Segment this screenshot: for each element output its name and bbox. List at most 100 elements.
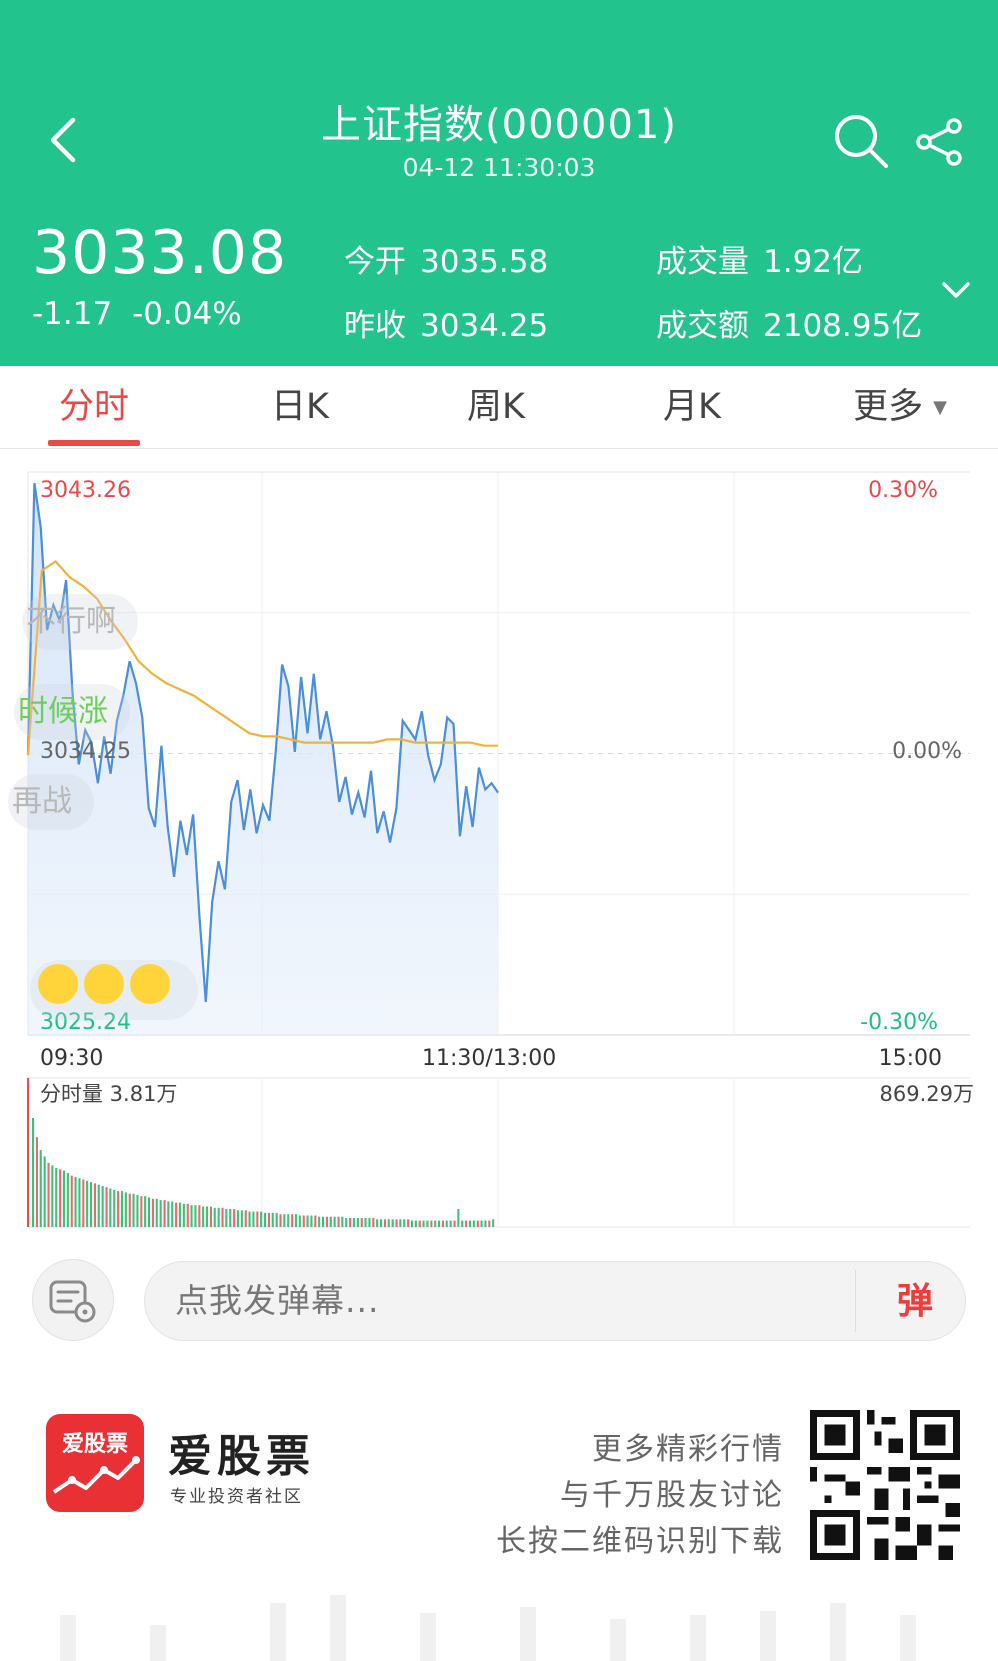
danmaku-item: 时候涨 bbox=[14, 684, 130, 740]
volume-bar bbox=[414, 1220, 417, 1227]
volume-bar bbox=[438, 1220, 441, 1227]
share-button[interactable] bbox=[914, 116, 966, 168]
tab-weekly-k[interactable]: 周K bbox=[446, 366, 546, 448]
tab-timeshare[interactable]: 分时 bbox=[48, 366, 140, 448]
search-icon bbox=[835, 115, 888, 168]
volume-bar bbox=[186, 1203, 189, 1227]
volume-bar bbox=[178, 1202, 181, 1227]
turnover-value: 2108.95亿 bbox=[763, 308, 923, 344]
price-change: -1.17 -0.04% bbox=[32, 296, 242, 332]
volume-bar bbox=[213, 1207, 216, 1227]
volume-bar bbox=[298, 1215, 301, 1227]
prev-close-label: 昨收 bbox=[344, 308, 406, 344]
volume-bar bbox=[271, 1212, 274, 1227]
volume-stat: 成交量 1.92亿 bbox=[656, 236, 863, 281]
chat-settings-icon bbox=[49, 1280, 96, 1323]
promo-line: 更多精彩行情 bbox=[592, 1432, 784, 1467]
volume-bar bbox=[484, 1220, 487, 1227]
volume-bar bbox=[364, 1218, 367, 1227]
search-button[interactable] bbox=[832, 112, 890, 170]
volume-bar bbox=[109, 1188, 112, 1227]
volume-bar bbox=[465, 1220, 468, 1227]
volume-bar bbox=[93, 1183, 96, 1227]
volume-bar bbox=[445, 1220, 448, 1227]
volume-bar bbox=[175, 1202, 178, 1227]
volume-bar bbox=[74, 1177, 77, 1227]
volume-bar bbox=[240, 1210, 243, 1227]
app-tagline: 专业投资者社区 bbox=[170, 1487, 303, 1507]
volume-bar bbox=[159, 1200, 162, 1227]
volume-bar bbox=[275, 1212, 278, 1227]
volume-bar bbox=[217, 1207, 220, 1227]
volume-bar bbox=[209, 1206, 212, 1227]
y-base-label: 3034.25 bbox=[40, 739, 131, 764]
volume-bar bbox=[225, 1209, 228, 1227]
promo-line: 与千万股友讨论 bbox=[560, 1478, 784, 1513]
volume-bar bbox=[380, 1219, 383, 1227]
change-percent: -0.04% bbox=[132, 296, 242, 332]
volume-bar bbox=[252, 1211, 255, 1227]
chart-canvas bbox=[26, 471, 970, 1228]
danmaku-settings-button[interactable] bbox=[32, 1259, 114, 1341]
volume-bar bbox=[279, 1214, 282, 1227]
footer-decoration bbox=[60, 1595, 916, 1661]
app-logo: 爱股票 bbox=[46, 1414, 144, 1512]
volume-bar bbox=[244, 1210, 247, 1227]
grin-emoji-icon bbox=[84, 964, 124, 1004]
volume-bar bbox=[349, 1218, 352, 1227]
volume-bar bbox=[151, 1198, 154, 1227]
volume-bar bbox=[318, 1216, 321, 1227]
volume-bar bbox=[287, 1214, 290, 1227]
volume-bar bbox=[32, 1118, 35, 1227]
tab-daily-k[interactable]: 日K bbox=[250, 366, 350, 448]
volume-bar bbox=[35, 1137, 38, 1227]
pct-base-label: 0.00% bbox=[892, 739, 962, 764]
volume-bar bbox=[302, 1215, 305, 1227]
volume-bar bbox=[78, 1178, 81, 1227]
volume-bar bbox=[171, 1201, 174, 1227]
volume-bar bbox=[383, 1219, 386, 1227]
x-label-mid: 11:30/13:00 bbox=[422, 1046, 557, 1071]
danmaku-input-placeholder: 点我发弹幕... bbox=[175, 1281, 380, 1320]
danmaku-input[interactable]: 点我发弹幕... 弹 bbox=[144, 1261, 966, 1341]
volume-bar bbox=[39, 1150, 42, 1227]
current-price: 3033.08 bbox=[32, 218, 288, 288]
volume-max-label: 869.29万 bbox=[879, 1082, 974, 1106]
qr-code-icon[interactable] bbox=[810, 1410, 960, 1560]
volume-bar bbox=[90, 1182, 93, 1227]
tab-monthly-k[interactable]: 月K bbox=[642, 366, 742, 448]
timeshare-chart[interactable]: 3043.26 3034.25 3025.24 0.30% 0.00% -0.3… bbox=[0, 460, 998, 1240]
volume-bar bbox=[248, 1211, 251, 1227]
tab-more[interactable]: 更多 ▼ bbox=[830, 366, 970, 448]
volume-bar bbox=[434, 1220, 437, 1227]
volume-bar bbox=[163, 1200, 166, 1227]
send-danmaku-button[interactable]: 弹 bbox=[885, 1274, 945, 1330]
volume-bar bbox=[148, 1197, 151, 1227]
volume-bar bbox=[322, 1216, 325, 1227]
volume-bar bbox=[314, 1215, 317, 1227]
volume-bar bbox=[59, 1169, 62, 1227]
open-stat: 今开 3035.58 bbox=[344, 236, 548, 281]
volume-bar bbox=[472, 1220, 475, 1227]
volume-bar bbox=[407, 1219, 410, 1227]
volume-bar bbox=[310, 1215, 313, 1227]
volume-bar bbox=[418, 1220, 421, 1227]
expand-button[interactable] bbox=[938, 276, 974, 304]
volume-bar bbox=[236, 1210, 239, 1227]
volume-bar bbox=[144, 1196, 147, 1227]
volume-bar bbox=[97, 1184, 100, 1227]
volume-bar bbox=[422, 1220, 425, 1227]
volume-bar bbox=[291, 1214, 294, 1227]
volume-bar bbox=[51, 1165, 54, 1227]
danmaku-input-bar: 点我发弹幕... 弹 bbox=[0, 1255, 998, 1345]
volume-bar bbox=[368, 1218, 371, 1227]
volume-bar bbox=[403, 1219, 406, 1227]
volume-bar bbox=[356, 1218, 359, 1227]
volume-bar bbox=[155, 1198, 158, 1227]
volume-bar bbox=[345, 1218, 348, 1227]
volume-bar bbox=[410, 1220, 413, 1227]
active-tab-indicator bbox=[48, 440, 140, 446]
volume-bar bbox=[117, 1191, 120, 1227]
volume-bar bbox=[194, 1205, 197, 1227]
prev-close-stat: 昨收 3034.25 bbox=[344, 300, 548, 345]
